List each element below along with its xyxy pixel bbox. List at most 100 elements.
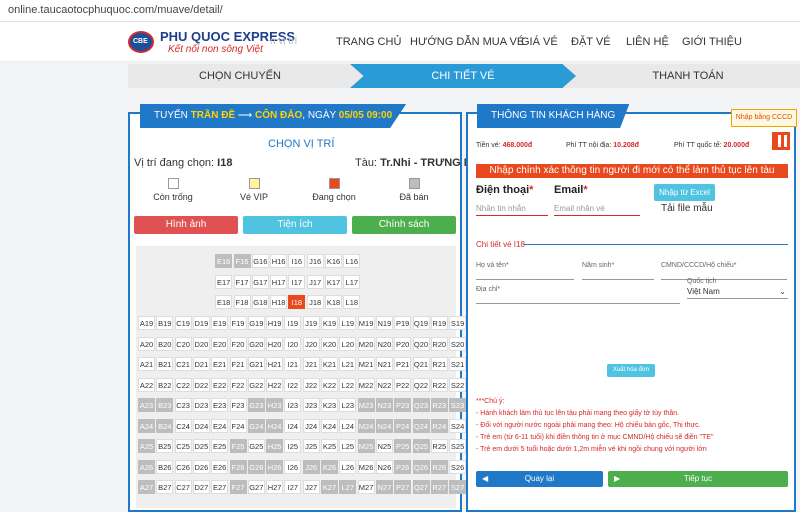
seat-c26[interactable]: C26 <box>174 459 192 474</box>
seat-b27[interactable]: B27 <box>156 480 174 494</box>
seat-f22[interactable]: F22 <box>229 377 247 392</box>
seat-b26[interactable]: B26 <box>156 459 174 474</box>
seat-b25[interactable]: B25 <box>156 439 174 453</box>
seat-i25[interactable]: I25 <box>284 439 302 453</box>
seat-c25[interactable]: C25 <box>174 439 192 453</box>
seat-m20[interactable]: M20 <box>357 336 375 351</box>
seat-i22[interactable]: I22 <box>284 377 302 392</box>
phone-input[interactable]: Nhân tin nhắn <box>476 202 548 216</box>
seat-e21[interactable]: E21 <box>211 357 229 371</box>
seat-l18[interactable]: L18 <box>343 295 361 309</box>
seat-h21[interactable]: H21 <box>266 357 284 371</box>
seat-l21[interactable]: L21 <box>339 357 357 371</box>
nav-dat-ve[interactable]: ĐẶT VÉ <box>571 36 611 48</box>
seat-g27[interactable]: G27 <box>247 480 265 494</box>
seat-g18[interactable]: G18 <box>251 295 269 309</box>
seat-l26[interactable]: L26 <box>339 459 357 474</box>
seat-j25[interactable]: J25 <box>302 439 320 453</box>
logo[interactable]: CBE PHU QUOC EXPRESS Kết nối non sông Vi… <box>128 27 295 59</box>
seat-l17[interactable]: L17 <box>343 274 361 289</box>
seat-s24[interactable]: S24 <box>449 418 467 433</box>
seat-g21[interactable]: G21 <box>247 357 265 371</box>
seat-s25[interactable]: S25 <box>449 439 467 453</box>
seat-e18[interactable]: E18 <box>215 295 233 309</box>
seat-q20[interactable]: Q20 <box>412 336 430 351</box>
seat-p19[interactable]: P19 <box>394 316 412 330</box>
seat-i24[interactable]: I24 <box>284 418 302 433</box>
seat-s19[interactable]: S19 <box>449 316 467 330</box>
seat-h20[interactable]: H20 <box>266 336 284 351</box>
seat-n26[interactable]: N26 <box>375 459 393 474</box>
seat-j23[interactable]: J23 <box>302 398 320 412</box>
nav-huong-dan[interactable]: HƯỚNG DẪN MUA VÉ <box>410 36 524 48</box>
seat-i19[interactable]: I19 <box>284 316 302 330</box>
seat-n22[interactable]: N22 <box>375 377 393 392</box>
seat-k16[interactable]: K16 <box>325 254 342 268</box>
seat-n20[interactable]: N20 <box>375 336 393 351</box>
seat-i26[interactable]: I26 <box>284 459 302 474</box>
seat-f21[interactable]: F21 <box>229 357 247 371</box>
nav-trang-chu[interactable]: TRANG CHỦ <box>336 36 401 48</box>
seat-s22[interactable]: S22 <box>449 377 467 392</box>
email-input[interactable]: Email nhân vé <box>554 202 640 216</box>
seat-j17[interactable]: J17 <box>306 274 324 289</box>
seat-k24[interactable]: K24 <box>321 418 338 433</box>
seat-h18[interactable]: H18 <box>270 295 288 309</box>
nationality-select[interactable]: Việt Nam ⌄ <box>687 285 788 299</box>
name-input[interactable] <box>476 266 574 280</box>
step-chon-chuyen[interactable]: CHỌN CHUYẾN <box>128 64 352 88</box>
seat-m26[interactable]: M26 <box>357 459 375 474</box>
seat-p21[interactable]: P21 <box>394 357 412 371</box>
seat-s26[interactable]: S26 <box>449 459 467 474</box>
nav-gioi-thieu[interactable]: GIỚI THIỆU <box>682 36 742 48</box>
info-button[interactable]: Hình ảnh <box>134 216 238 234</box>
seat-c22[interactable]: C22 <box>174 377 192 392</box>
seat-s20[interactable]: S20 <box>449 336 467 351</box>
seat-k19[interactable]: K19 <box>321 316 338 330</box>
seat-k20[interactable]: K20 <box>321 336 338 351</box>
seat-d22[interactable]: D22 <box>192 377 210 392</box>
seat-e19[interactable]: E19 <box>211 316 229 330</box>
seat-k17[interactable]: K17 <box>325 274 342 289</box>
seat-d25[interactable]: D25 <box>192 439 210 453</box>
seat-c23[interactable]: C23 <box>174 398 192 412</box>
seat-j27[interactable]: J27 <box>302 480 320 494</box>
seat-j18[interactable]: J18 <box>306 295 324 309</box>
seat-i23[interactable]: I23 <box>284 398 302 412</box>
seat-e25[interactable]: E25 <box>211 439 229 453</box>
seat-m21[interactable]: M21 <box>357 357 375 371</box>
qr-code-icon[interactable] <box>772 132 790 150</box>
seat-g20[interactable]: G20 <box>247 336 265 351</box>
id-input[interactable] <box>661 266 787 280</box>
seat-l22[interactable]: L22 <box>339 377 357 392</box>
seat-m22[interactable]: M22 <box>357 377 375 392</box>
seat-d21[interactable]: D21 <box>192 357 210 371</box>
seat-b22[interactable]: B22 <box>156 377 174 392</box>
seat-d23[interactable]: D23 <box>192 398 210 412</box>
nav-lien-he[interactable]: LIÊN HỆ <box>626 36 669 48</box>
seat-b20[interactable]: B20 <box>156 336 174 351</box>
excel-button[interactable]: Nhập từ Excel <box>654 184 715 201</box>
seat-a20[interactable]: A20 <box>138 336 155 351</box>
seat-l24[interactable]: L24 <box>339 418 357 433</box>
info-button[interactable]: Chính sách <box>352 216 456 234</box>
seat-i21[interactable]: I21 <box>284 357 302 371</box>
seat-h16[interactable]: H16 <box>270 254 288 268</box>
nav-gia-ve[interactable]: GIÁ VÉ <box>521 36 558 48</box>
seat-d19[interactable]: D19 <box>192 316 210 330</box>
seat-e22[interactable]: E22 <box>211 377 229 392</box>
seat-r21[interactable]: R21 <box>430 357 448 371</box>
seat-j22[interactable]: J22 <box>302 377 320 392</box>
seat-g25[interactable]: G25 <box>247 439 265 453</box>
seat-c27[interactable]: C27 <box>174 480 192 494</box>
seat-j24[interactable]: J24 <box>302 418 320 433</box>
template-link[interactable]: Tải file mẫu <box>661 203 713 214</box>
seat-q22[interactable]: Q22 <box>412 377 430 392</box>
seat-p22[interactable]: P22 <box>394 377 412 392</box>
seat-i20[interactable]: I20 <box>284 336 302 351</box>
seat-g16[interactable]: G16 <box>251 254 269 268</box>
seat-n21[interactable]: N21 <box>375 357 393 371</box>
seat-n19[interactable]: N19 <box>375 316 393 330</box>
seat-e24[interactable]: E24 <box>211 418 229 433</box>
seat-k22[interactable]: K22 <box>321 377 338 392</box>
